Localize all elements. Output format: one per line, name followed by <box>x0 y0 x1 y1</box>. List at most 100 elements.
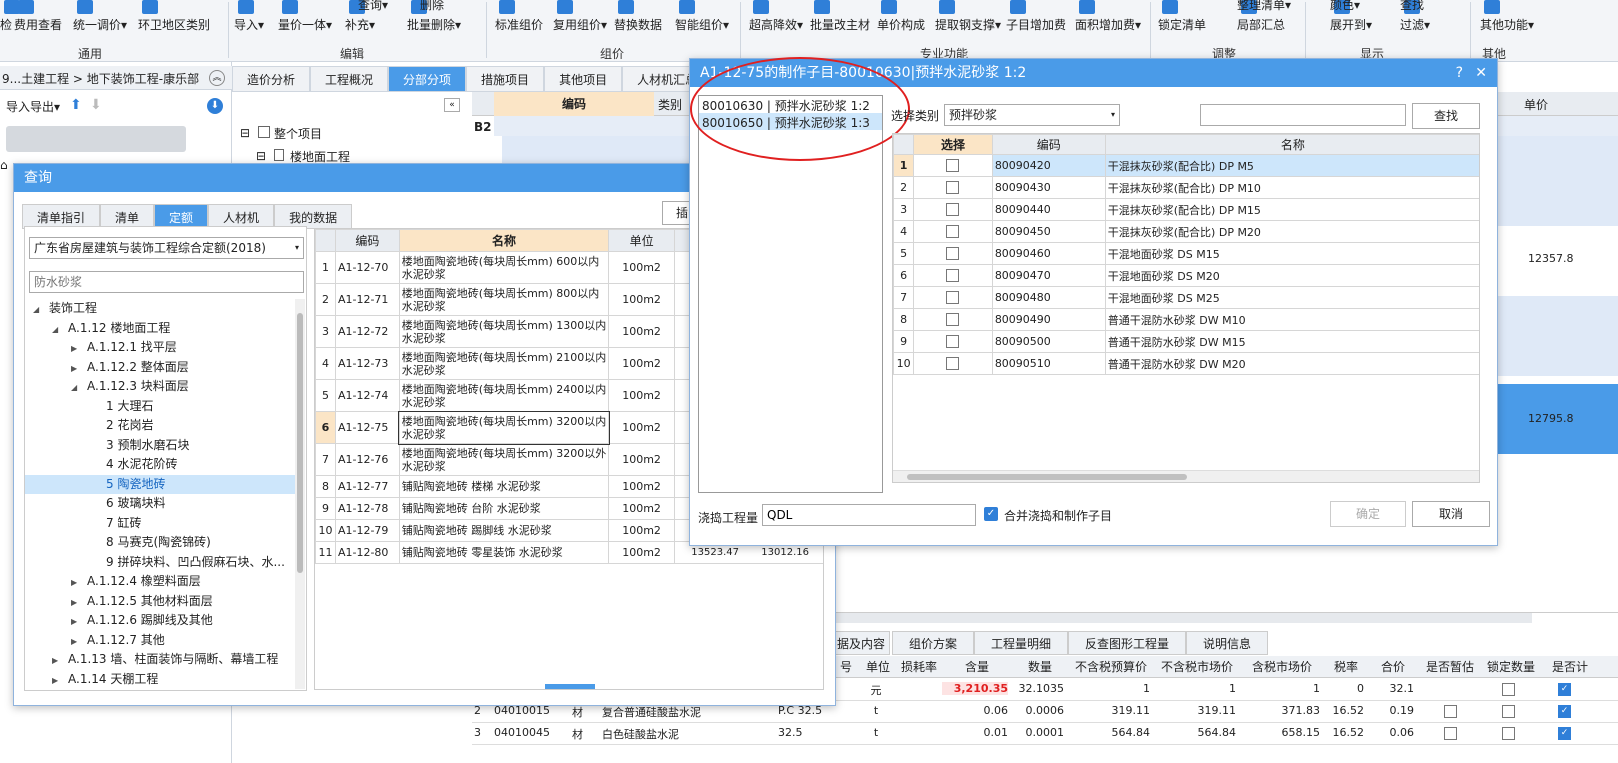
quota-col-header[interactable]: 编码 <box>334 229 400 252</box>
table-row[interactable]: 1 80090420 干混抹灰砂浆(配合比) DP M5 <box>893 154 1479 177</box>
ok-button[interactable]: 确定 <box>1330 501 1406 527</box>
col-type-header[interactable]: 类别 <box>658 96 682 113</box>
select-checkbox[interactable] <box>946 269 960 283</box>
ribbon-button[interactable]: 过滤▾ <box>1400 0 1430 33</box>
ribbon-button[interactable]: 导入▾ <box>234 0 264 33</box>
ribbon-small-button[interactable]: 颜色▾ <box>1330 0 1360 13</box>
arrow-up-icon[interactable]: ⬆ <box>70 97 82 113</box>
sub-search-input[interactable] <box>1200 104 1406 126</box>
table-row[interactable]: 5 80090460 干混地面砂浆 DS M15 <box>893 242 1479 265</box>
quota-search-input[interactable] <box>29 271 304 293</box>
ribbon-button[interactable]: 超高降效▾ <box>749 0 803 33</box>
main-tab[interactable]: 其他项目 <box>544 66 623 92</box>
estimate-checkbox[interactable] <box>1444 705 1457 718</box>
bottom-col-header[interactable]: 锁定数量 <box>1482 658 1540 675</box>
expand-arrow-icon[interactable]: ▶ <box>71 359 87 379</box>
bottom-col-header[interactable]: 数量 <box>1012 658 1068 675</box>
arrow-down-icon[interactable]: ⬇ <box>90 97 102 113</box>
bottom-col-header[interactable]: 单位 <box>860 658 896 675</box>
expand-arrow-icon[interactable]: ▶ <box>71 632 87 652</box>
quota-col-header[interactable]: 名称 <box>398 229 610 252</box>
collapse-icon[interactable]: ︽ <box>209 70 225 86</box>
select-checkbox[interactable] <box>946 159 960 173</box>
ribbon-button[interactable]: 补充▾ <box>345 0 375 33</box>
tree-root[interactable]: 整个项目 <box>274 125 322 142</box>
tree-node[interactable]: ▶ A.1.12.2 整体面层 <box>25 358 295 378</box>
merge-checkbox[interactable]: ✓ <box>984 507 998 521</box>
bottom-col-header[interactable]: 含量 <box>942 658 1012 675</box>
quota-library-select[interactable]: 广东省房屋建筑与装饰工程综合定额(2018) ▾ <box>29 237 304 259</box>
material-col-header[interactable]: 编码 <box>991 134 1106 155</box>
lock-qty-checkbox[interactable] <box>1502 727 1515 740</box>
find-button[interactable]: 查找 <box>1412 103 1480 129</box>
expand-arrow-icon[interactable]: ▶ <box>71 612 87 632</box>
expand-arrow-icon[interactable]: ▶ <box>71 593 87 613</box>
tree-node[interactable]: 8 马赛克(陶瓷锦砖) <box>25 533 295 553</box>
col-price-header[interactable]: 单价 <box>1524 96 1548 113</box>
ribbon-button[interactable]: 标准组价 <box>495 0 543 33</box>
expand-arrow-icon[interactable]: ◢ <box>33 300 49 320</box>
tree-node[interactable]: 6 玻璃块料 <box>25 494 295 514</box>
tree-node[interactable]: ▶ A.1.12.5 其他材料面层 <box>25 592 295 612</box>
help-icon[interactable]: ? <box>1456 59 1463 87</box>
table-row[interactable]: 6 80090470 干混地面砂浆 DS M20 <box>893 264 1479 287</box>
ribbon-button[interactable]: 统一调价▾ <box>73 0 127 33</box>
select-checkbox[interactable] <box>946 313 960 327</box>
tree-node[interactable]: ▶ A.1.13 墙、柱面装饰与隔断、幕墙工程 <box>25 650 295 670</box>
category-select[interactable]: 预拌砂浆 ▾ <box>944 104 1120 126</box>
expand-arrow-icon[interactable]: ◢ <box>52 320 68 340</box>
tree-node[interactable]: 3 预制水磨石块 <box>25 436 295 456</box>
expand-arrow-icon[interactable]: ◢ <box>71 378 87 398</box>
tree-node[interactable]: 1 大理石 <box>25 397 295 417</box>
col-code-header[interactable]: 编码 <box>494 92 654 116</box>
table-row[interactable]: 2 80090430 干混抹灰砂浆(配合比) DP M10 <box>893 176 1479 199</box>
bottom-col-header[interactable]: 是否计 <box>1540 658 1600 675</box>
main-tab[interactable]: 分部分项 <box>388 66 467 92</box>
tree-node[interactable]: 5 陶瓷地砖 <box>25 474 295 494</box>
select-checkbox[interactable] <box>946 203 960 217</box>
bottom-tab[interactable]: 组价方案 <box>892 631 975 655</box>
main-tab[interactable]: 措施项目 <box>466 66 545 92</box>
table-row[interactable]: 8 80090490 普通干混防水砂浆 DW M10 <box>893 308 1479 331</box>
ribbon-small-button[interactable]: 查找 <box>1400 0 1424 13</box>
material-col-header[interactable]: 名称 <box>1104 134 1479 155</box>
bottom-col-header[interactable]: 不含税市场价 <box>1154 658 1240 675</box>
select-checkbox[interactable] <box>946 247 960 261</box>
calc-checkbox[interactable]: ✓ <box>1558 705 1571 718</box>
select-checkbox[interactable] <box>946 291 960 305</box>
bottom-tab[interactable]: 反查图形工程量 <box>1068 631 1187 655</box>
tree-scrollbar-thumb[interactable] <box>297 313 303 573</box>
bottom-col-header[interactable]: 号 <box>832 658 860 675</box>
h-scrollbar[interactable] <box>893 470 1479 482</box>
expand-arrow-icon[interactable]: ▶ <box>52 651 68 671</box>
expand-arrow-icon[interactable]: ▶ <box>71 573 87 593</box>
ribbon-button[interactable]: 展开到▾ <box>1330 0 1372 33</box>
tree-node[interactable]: ◢ A.1.12.3 块料面层 <box>25 377 295 397</box>
tree-node[interactable]: 2 花岗岩 <box>25 416 295 436</box>
select-checkbox[interactable] <box>946 225 960 239</box>
ribbon-button[interactable]: 单价构成 <box>877 0 925 33</box>
tree-node[interactable]: ▶ A.1.12.7 其他 <box>25 631 295 651</box>
bottom-col-header[interactable]: 税率 <box>1324 658 1368 675</box>
qty-input[interactable] <box>762 504 976 526</box>
ribbon-button[interactable]: 批量删除▾ <box>407 0 461 33</box>
bottom-tab[interactable]: 工程量明细 <box>974 631 1069 655</box>
bottom-col-header[interactable]: 不含税预算价 <box>1068 658 1154 675</box>
tree-node[interactable]: ◢ A.1.12 楼地面工程 <box>25 319 295 339</box>
table-row[interactable]: 4 80090450 干混抹灰砂浆(配合比) DP M20 <box>893 220 1479 243</box>
tree-node[interactable]: ▶ A.1.12.4 橡塑料面层 <box>25 572 295 592</box>
tree-node[interactable]: 7 缸砖 <box>25 514 295 534</box>
ribbon-button[interactable]: 替换数据 <box>614 0 662 33</box>
expand-arrow-icon[interactable]: ▶ <box>71 339 87 359</box>
expand-arrow-icon[interactable]: ▶ <box>52 671 68 691</box>
bottom-col-header[interactable]: 合价 <box>1368 658 1418 675</box>
ribbon-small-button[interactable]: 整理清单▾ <box>1237 0 1291 13</box>
ribbon-button[interactable]: 检 <box>0 0 20 33</box>
ribbon-small-button[interactable]: 删除 <box>420 0 444 13</box>
ribbon-button[interactable]: 智能组价▾ <box>675 0 729 33</box>
tree-node[interactable]: ▶ A.1.12.6 踢脚线及其他 <box>25 611 295 631</box>
ribbon-button[interactable]: 环卫地区类别 <box>138 0 210 33</box>
ribbon-button[interactable]: 局部汇总 <box>1237 0 1285 33</box>
lock-qty-checkbox[interactable] <box>1502 683 1515 696</box>
home-icon[interactable]: ⌂ <box>0 158 12 176</box>
